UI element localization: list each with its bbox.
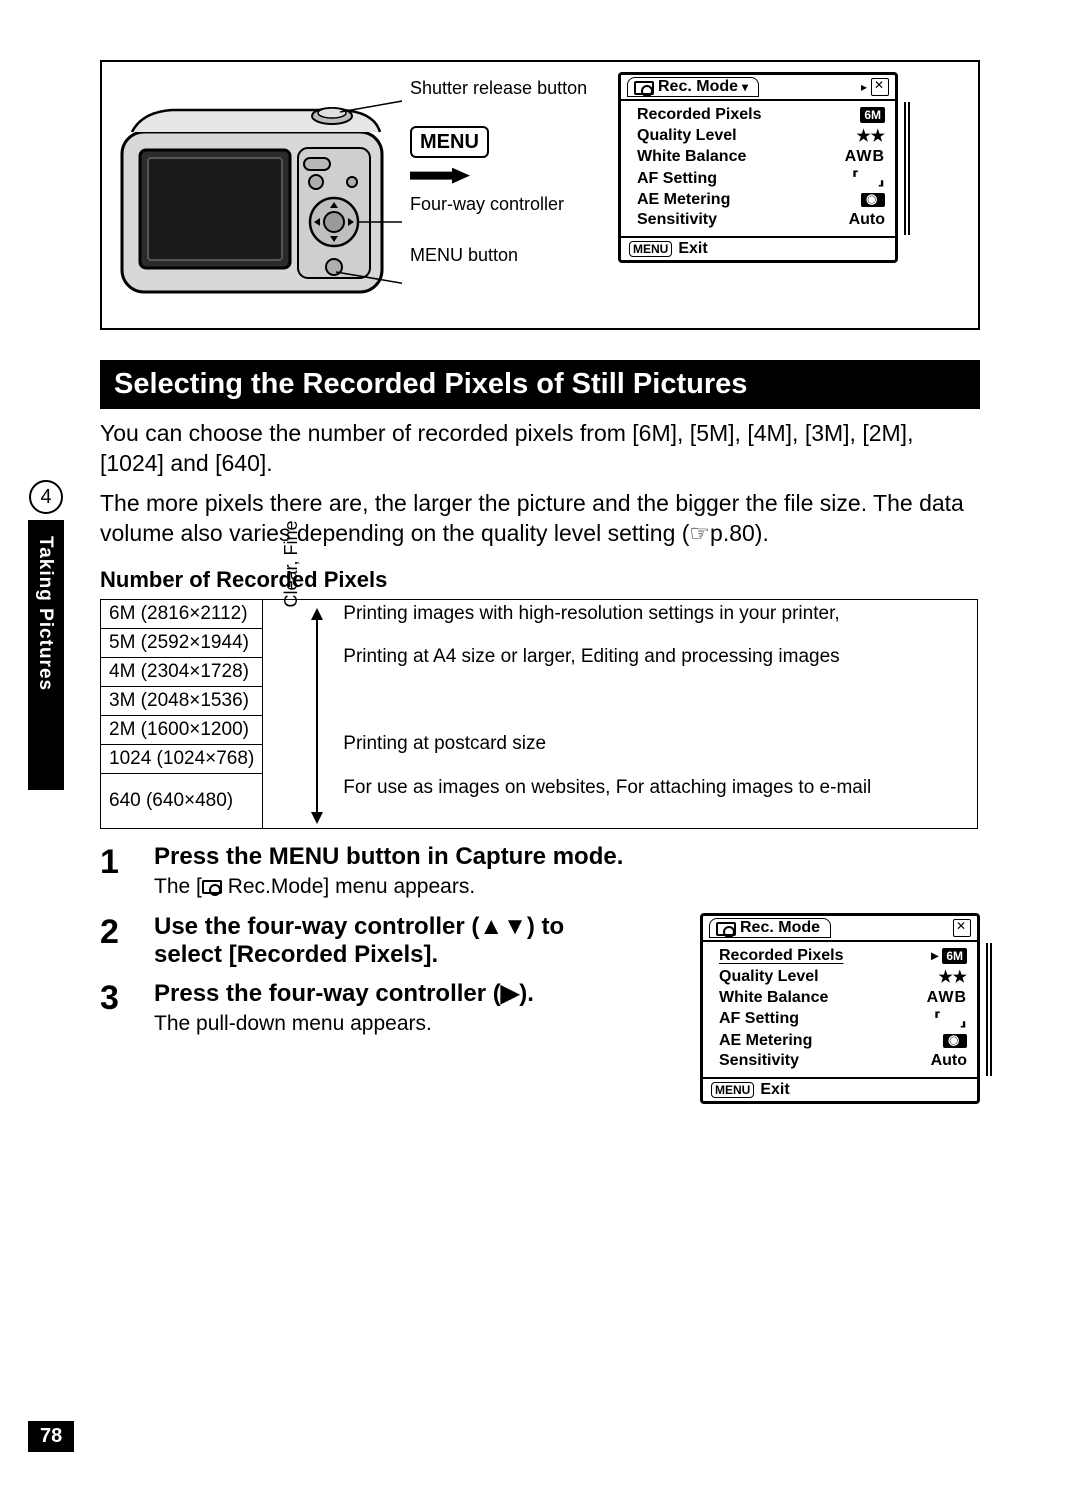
menu2-sensitivity: Sensitivity — [719, 1052, 799, 1070]
section-heading: Selecting the Recorded Pixels of Still P… — [100, 360, 980, 409]
desc-web-email: For use as images on websites, For attac… — [333, 774, 977, 828]
menu-footer-btn: MENU — [629, 241, 672, 257]
step-3-number: 3 — [100, 979, 130, 1036]
subheading-pixels: Number of Recorded Pixels — [100, 567, 980, 593]
camera-illustration — [112, 72, 402, 317]
menu2-quality: Quality Level — [719, 968, 819, 986]
menu-tab-rec-mode: Rec. Mode ▾ — [627, 77, 759, 97]
desc-spacer — [333, 687, 977, 731]
desc-postcard: Printing at postcard size — [333, 730, 977, 774]
value-awb: AWB — [845, 148, 885, 166]
camera-icon — [634, 81, 654, 95]
tools-tab-icon — [871, 78, 889, 96]
clear-fine-arrow-column: Clear, Fine — [263, 600, 333, 828]
chapter-side-tab: 4 Taking Pictures — [28, 480, 64, 790]
label-shutter: Shutter release button — [410, 78, 610, 100]
metering-icon — [861, 193, 885, 207]
rec-mode-menu-screen-top: Rec. Mode ▾ ▸ Recorded Pixels 6M Quality … — [618, 72, 898, 263]
pixel-descriptions-column: Printing images with high-resolution set… — [333, 600, 977, 828]
menu-tab-title: Rec. Mode — [658, 78, 738, 96]
value-auto: Auto — [849, 211, 885, 229]
arrow-label: Clear, Fine — [281, 484, 302, 644]
menu2-tab-title: Rec. Mode — [740, 919, 820, 937]
tools-tab-icon — [953, 919, 971, 937]
value-stars: ★★ — [856, 126, 885, 146]
menu2-stars: ★★ — [938, 967, 967, 987]
step-3-sub: The pull-down menu appears. — [154, 1012, 570, 1036]
desc-print-hires: Printing images with high-resolution set… — [333, 600, 977, 644]
menu-item-quality: Quality Level — [637, 127, 737, 145]
menu2-ae: AE Metering — [719, 1032, 812, 1050]
step-2-number: 2 — [100, 913, 130, 969]
rec-mode-menu-screen-step: Rec. Mode Recorded Pixels ▸6M Quality Lev… — [700, 913, 980, 1104]
step-2-title: Use the four-way controller (▲▼) to sele… — [154, 913, 570, 969]
diagram-labels: Shutter release button MENU Four-way con… — [410, 72, 610, 271]
menu2-auto: Auto — [931, 1052, 967, 1070]
step-1: 1 Press the MENU button in Capture mode.… — [100, 843, 980, 899]
label-fourway: Four-way controller — [410, 194, 610, 216]
af-bracket-icon: ⸢ ⸥ — [932, 1009, 967, 1030]
menu-item-sensitivity: Sensitivity — [637, 211, 717, 229]
menu-item-recorded-pixels: Recorded Pixels — [637, 106, 762, 124]
menu2-footer-btn: MENU — [711, 1082, 754, 1098]
size-4m: 4M (2304×1728) — [101, 658, 262, 687]
chapter-number-circle: 4 — [29, 480, 63, 514]
metering-icon — [943, 1034, 967, 1048]
menu-tab-rec-mode-2: Rec. Mode — [709, 918, 831, 938]
size-3m: 3M (2048×1536) — [101, 687, 262, 716]
menu2-footer-exit: Exit — [760, 1081, 789, 1099]
af-bracket-icon: ⸢ ⸥ — [850, 168, 885, 189]
camera-diagram-box: Shutter release button MENU Four-way con… — [100, 60, 980, 330]
step-3-title: Press the four-way controller (▶). — [154, 979, 570, 1008]
value-6m-badge: 6M — [860, 107, 885, 123]
label-menu-button: MENU button — [410, 245, 610, 267]
page-number: 78 — [28, 1421, 74, 1452]
paragraph-1: You can choose the number of recorded pi… — [100, 419, 980, 479]
menu2-6m-badge: 6M — [942, 948, 967, 964]
camera-icon — [202, 880, 222, 894]
chapter-label: Taking Pictures — [34, 536, 56, 691]
chevron-right-icon: ▸ — [861, 80, 867, 94]
menu-badge: MENU — [410, 126, 489, 158]
chevron-down-icon: ▾ — [742, 80, 748, 94]
desc-print-a4: Printing at A4 size or larger, Editing a… — [333, 643, 977, 687]
chevron-right-icon: ▸ — [931, 947, 938, 964]
menu-item-af: AF Setting — [637, 170, 717, 188]
step-1-title: Press the MENU button in Capture mode. — [154, 843, 980, 871]
step-1-number: 1 — [100, 843, 130, 899]
pixel-sizes-column: 6M (2816×2112) 5M (2592×1944) 4M (2304×1… — [101, 600, 263, 828]
arrow-right-icon — [410, 168, 470, 184]
menu-item-wb: White Balance — [637, 148, 746, 166]
menu-footer-exit: Exit — [678, 240, 707, 258]
size-640: 640 (640×480) — [101, 774, 262, 828]
camera-icon — [716, 922, 736, 936]
menu2-recorded-pixels-selected: Recorded Pixels — [719, 947, 844, 965]
menu2-scrollbar — [986, 943, 992, 1076]
step-1-sub: The [ Rec.Mode] menu appears. — [154, 875, 980, 899]
menu2-wb: White Balance — [719, 989, 828, 1007]
size-2m: 2M (1600×1200) — [101, 716, 262, 745]
size-6m: 6M (2816×2112) — [101, 600, 262, 629]
size-5m: 5M (2592×1944) — [101, 629, 262, 658]
menu2-af: AF Setting — [719, 1010, 799, 1028]
paragraph-2: The more pixels there are, the larger th… — [100, 489, 980, 549]
menu2-awb: AWB — [927, 989, 967, 1007]
menu-scrollbar — [904, 102, 910, 235]
size-1024: 1024 (1024×768) — [101, 745, 262, 774]
menu-item-ae: AE Metering — [637, 191, 730, 209]
pixel-table: 6M (2816×2112) 5M (2592×1944) 4M (2304×1… — [100, 599, 978, 829]
